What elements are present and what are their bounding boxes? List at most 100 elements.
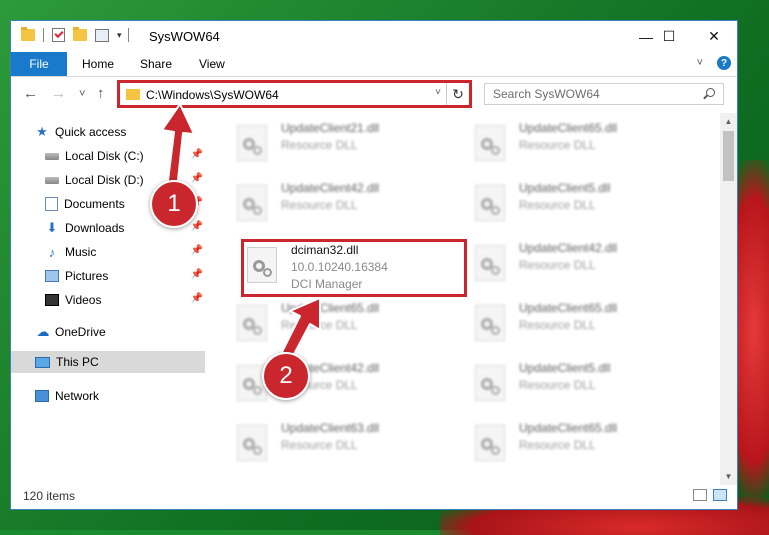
- file-description: Resource DLL: [281, 198, 358, 212]
- file-name: UpdateClient5.dll: [519, 361, 611, 375]
- computer-icon: [35, 356, 50, 368]
- up-button[interactable]: ↑: [97, 85, 105, 102]
- window-title: SysWOW64: [149, 29, 220, 44]
- maximize-button[interactable]: ☐: [646, 21, 692, 52]
- sidebar-item-pictures[interactable]: Pictures 📌: [45, 265, 205, 287]
- file-name: UpdateClient21.dll: [281, 121, 380, 135]
- separator: [43, 28, 44, 42]
- properties-icon[interactable]: [52, 28, 65, 42]
- file-item[interactable]: UpdateClient21.dll Resource DLL: [233, 117, 461, 171]
- tab-file[interactable]: File: [11, 52, 67, 76]
- quick-access-toolbar: ▾: [21, 27, 137, 42]
- sidebar-item-onedrive[interactable]: ☁ OneDrive: [35, 321, 205, 343]
- drive-icon: [45, 176, 59, 184]
- sidebar-item-label: This PC: [56, 355, 99, 369]
- pin-icon[interactable]: 📌: [191, 269, 203, 280]
- expand-ribbon-icon[interactable]: ˅: [697, 57, 703, 69]
- folder-icon: [126, 89, 140, 100]
- file-item[interactable]: UpdateClient65.dll Resource DLL: [471, 417, 699, 471]
- drive-icon: [45, 152, 59, 160]
- back-button[interactable]: ←: [23, 85, 38, 102]
- tab-view[interactable]: View: [199, 52, 225, 76]
- address-dropdown-icon[interactable]: ˅: [435, 87, 441, 98]
- separator: [127, 28, 129, 42]
- vertical-scrollbar[interactable]: ▲ ▼: [720, 113, 737, 485]
- file-name: UpdateClient42.dll: [519, 241, 618, 255]
- file-item[interactable]: UpdateClient5.dll Resource DLL: [471, 357, 699, 411]
- sidebar-item-local-disk-c[interactable]: Local Disk (C:) 📌: [45, 145, 205, 167]
- pin-icon[interactable]: 📌: [191, 245, 203, 256]
- tab-share[interactable]: Share: [140, 52, 172, 76]
- file-item[interactable]: UpdateClient5.dll Resource DLL: [471, 177, 699, 231]
- star-icon: ★: [36, 124, 48, 139]
- file-name: UpdateClient63.dll: [281, 421, 380, 435]
- sidebar-item-label: Music: [65, 245, 97, 259]
- file-list: UpdateClient21.dll Resource DLL UpdateCl…: [221, 113, 721, 485]
- music-icon: ♪: [48, 244, 56, 260]
- sidebar-item-label: Local Disk (C:): [65, 149, 144, 163]
- step-marker-2: 2: [262, 352, 310, 400]
- close-button[interactable]: ✕: [691, 21, 737, 52]
- file-name: UpdateClient42.dll: [281, 181, 380, 195]
- scroll-up-icon[interactable]: ▲: [720, 113, 737, 130]
- forward-button[interactable]: →: [51, 85, 66, 102]
- file-description: Resource DLL: [519, 438, 596, 452]
- pin-icon[interactable]: 📌: [191, 149, 203, 160]
- scroll-thumb[interactable]: [723, 131, 734, 181]
- dll-file-icon: [475, 425, 505, 461]
- file-description: Resource DLL: [519, 318, 596, 332]
- file-item[interactable]: UpdateClient65.dll Resource DLL: [471, 297, 699, 351]
- view-options-icon[interactable]: [95, 28, 109, 42]
- refresh-button[interactable]: ↻: [446, 83, 469, 105]
- explorer-window: ▾ SysWOW64 — ☐ ✕ File Home Share View ˅ …: [10, 20, 738, 510]
- file-description: Resource DLL: [519, 198, 596, 212]
- address-bar[interactable]: C:\Windows\SysWOW64 ˅ ↻: [117, 80, 472, 108]
- sidebar-item-label: Network: [55, 389, 100, 403]
- search-input[interactable]: Search SysWOW64: [484, 83, 724, 105]
- sidebar-item-label: Downloads: [65, 221, 125, 235]
- recent-locations-button[interactable]: ˅: [79, 88, 85, 100]
- dll-file-icon: [237, 425, 267, 461]
- file-item[interactable]: UpdateClient42.dll Resource DLL: [233, 177, 461, 231]
- dll-file-icon: [475, 185, 505, 221]
- highlight-box: [241, 239, 467, 297]
- title-bar: ▾ SysWOW64 — ☐ ✕: [11, 21, 737, 52]
- sidebar-item-label: Quick access: [55, 125, 127, 139]
- network-icon: [35, 390, 49, 402]
- large-icons-view-icon[interactable]: [713, 489, 727, 501]
- file-name: UpdateClient5.dll: [519, 181, 611, 195]
- search-icon[interactable]: [706, 88, 715, 97]
- file-name: UpdateClient65.dll: [519, 121, 618, 135]
- sidebar-item-this-pc[interactable]: This PC: [11, 351, 205, 373]
- file-item[interactable]: UpdateClient65.dll Resource DLL: [471, 117, 699, 171]
- pin-icon[interactable]: 📌: [191, 173, 203, 184]
- sidebar-item-network[interactable]: Network: [35, 385, 205, 407]
- file-item[interactable]: UpdateClient65.dll Resource DLL: [233, 297, 461, 351]
- folder-icon: [21, 27, 35, 41]
- status-bar: 120 items: [11, 483, 737, 509]
- sidebar-item-videos[interactable]: Videos 📌: [45, 289, 205, 311]
- file-item[interactable]: UpdateClient63.dll Resource DLL: [233, 417, 461, 471]
- sidebar-item-music[interactable]: ♪ Music 📌: [45, 241, 205, 263]
- sidebar-item-label: Pictures: [65, 269, 109, 283]
- file-item[interactable]: UpdateClient42.dll Resource DLL: [471, 237, 699, 291]
- dll-file-icon: [475, 245, 505, 281]
- customize-dropdown-icon[interactable]: ▾: [117, 30, 122, 41]
- pin-icon[interactable]: 📌: [191, 221, 203, 232]
- navigation-bar: ← → ˅ ↑ C:\Windows\SysWOW64 ˅ ↻ Search S…: [11, 77, 737, 111]
- pin-icon[interactable]: 📌: [191, 293, 203, 304]
- tab-home[interactable]: Home: [82, 52, 114, 76]
- new-folder-icon[interactable]: [73, 27, 87, 41]
- address-path[interactable]: C:\Windows\SysWOW64: [146, 88, 279, 102]
- help-icon[interactable]: ?: [717, 56, 731, 70]
- step-marker-1: 1: [150, 180, 198, 228]
- file-description: Resource DLL: [519, 258, 596, 272]
- pictures-icon: [45, 270, 59, 282]
- dll-file-icon: [475, 125, 505, 161]
- file-description: Resource DLL: [281, 138, 358, 152]
- navigation-pane: ★ Quick access Local Disk (C:) 📌 Local D…: [11, 113, 207, 485]
- sidebar-item-quick-access[interactable]: ★ Quick access: [35, 121, 229, 143]
- file-description: Resource DLL: [519, 138, 596, 152]
- documents-icon: [45, 197, 58, 211]
- details-view-icon[interactable]: [693, 489, 707, 501]
